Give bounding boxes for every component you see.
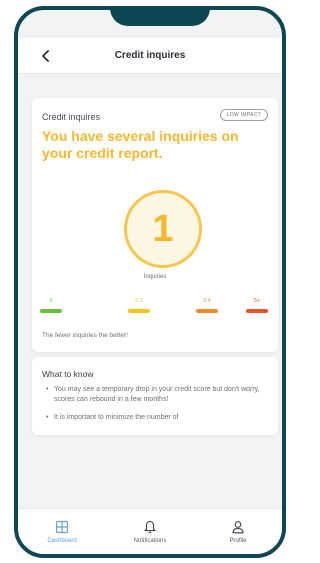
back-button[interactable] <box>34 44 58 68</box>
impact-badge: LOW IMPACT <box>219 109 268 121</box>
scale-item-1: 0-1 <box>128 298 150 313</box>
tab-notifications[interactable]: Notifications <box>115 520 185 544</box>
card-label: Credit inquires <box>42 112 101 122</box>
inquiry-count-label: Inquiries <box>143 274 167 280</box>
phone-notch <box>110 10 210 26</box>
inquiry-scale: 0 0-1 2-4 5+ <box>32 298 278 318</box>
tab-dashboard[interactable]: Dashboard <box>27 520 97 544</box>
fewer-inquiries-note: The fewer inquiries the better! <box>42 332 128 339</box>
dashboard-icon <box>55 520 69 533</box>
page-title: Credit inquires <box>114 50 186 61</box>
bell-icon <box>144 520 156 533</box>
scale-label: 0-1 <box>135 298 143 304</box>
tips-list: You may see a temporary drop in your cre… <box>46 385 272 431</box>
credit-inquiries-card: Credit inquires LOW IMPACT You have seve… <box>32 98 278 352</box>
what-to-know-card: What to know You may see a temporary dro… <box>32 357 278 435</box>
inquiry-count: 1 <box>152 207 174 250</box>
section-title: What to know <box>42 369 94 379</box>
scale-bar <box>40 309 62 313</box>
scale-item-2: 2-4 <box>196 298 218 313</box>
scale-label: 2-4 <box>203 298 211 304</box>
tab-label: Dashboard <box>47 537 77 544</box>
list-item: You may see a temporary drop in your cre… <box>46 385 272 405</box>
tab-label: Profile <box>229 537 247 544</box>
scale-label: 0 <box>49 298 53 304</box>
user-icon <box>232 520 244 533</box>
scale-bar <box>196 309 218 313</box>
app-header: Credit inquires <box>18 38 282 74</box>
scale-label: 5+ <box>254 298 260 304</box>
inquiry-count-circle: 1 <box>124 190 202 268</box>
chevron-left-icon <box>42 50 49 62</box>
scale-bar <box>128 309 150 313</box>
scale-item-0: 0 <box>40 298 62 313</box>
bottom-tab-bar: Dashboard Notifications Profile <box>18 508 282 554</box>
list-item: It is important to minimize the number o… <box>46 413 272 423</box>
tab-profile[interactable]: Profile <box>203 520 273 544</box>
tab-label: Notifications <box>133 537 167 544</box>
scale-item-3: 5+ <box>246 298 268 313</box>
scale-bar <box>246 309 268 313</box>
phone-frame: Credit inquires Credit inquires LOW IMPA… <box>14 6 286 558</box>
headline: You have several inquiries on your credi… <box>42 128 239 161</box>
